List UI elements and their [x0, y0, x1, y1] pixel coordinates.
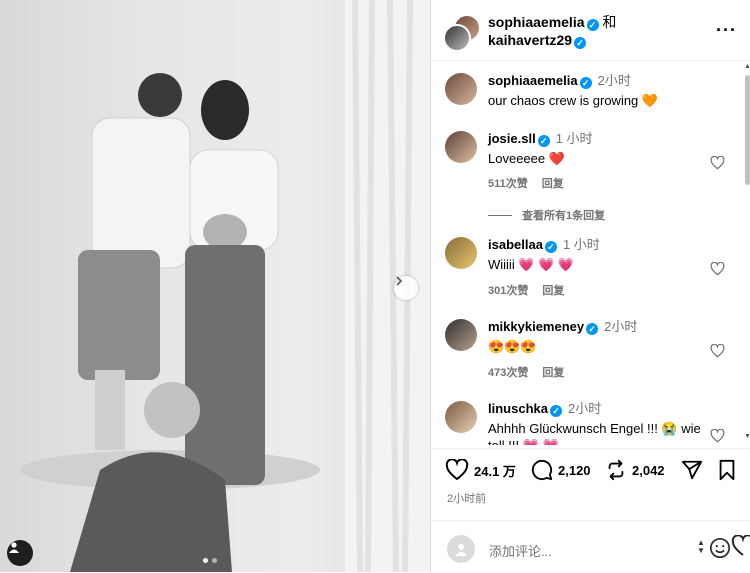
avatar [447, 535, 475, 563]
bookmark-icon [719, 459, 735, 481]
next-photo-button[interactable] [394, 276, 418, 300]
comment-text: Loveeeee ❤️ [488, 151, 565, 166]
divider [488, 214, 512, 216]
comment-time: 2小时 [597, 73, 631, 88]
comment-meta: 301次赞 回复 [488, 282, 578, 298]
scroll-up-icon[interactable]: ▲ [744, 63, 750, 70]
reply-button[interactable]: 回复 [542, 178, 564, 190]
comment-time: 1 小时 [562, 237, 600, 252]
comment-username[interactable]: sophiaaemelia [488, 73, 578, 88]
heart-icon[interactable] [710, 429, 725, 443]
tagged-users-button[interactable] [7, 540, 33, 566]
comment-username[interactable]: linuschka [488, 401, 548, 416]
comment-header: mikkykiemeney ✓ 2小时 [488, 319, 637, 335]
comment-time: 2小时 [567, 401, 602, 416]
view-replies-button[interactable]: 查看所有1条回复 [488, 207, 605, 223]
verified-icon: ✓ [574, 37, 587, 49]
repost-icon [608, 459, 624, 481]
heart-icon[interactable] [731, 535, 750, 559]
like-button[interactable]: 24.1 万 [445, 459, 516, 481]
verified-icon: ✓ [586, 19, 599, 31]
user-icon [9, 542, 19, 553]
comment-meta: 511次赞 回复 [488, 175, 578, 191]
comment-likes[interactable]: 511次赞 [488, 178, 528, 190]
verified-icon: ✓ [579, 77, 592, 89]
save-button[interactable] [717, 459, 742, 481]
verified-icon: ✓ [586, 323, 599, 335]
share-button[interactable] [681, 459, 708, 481]
heart-icon[interactable] [710, 344, 725, 358]
emoji-icon[interactable] [709, 537, 731, 559]
avatar[interactable] [445, 73, 477, 105]
chevron-right-icon [396, 276, 403, 286]
comment-username[interactable]: isabellaa [488, 237, 543, 252]
avatar[interactable] [445, 237, 477, 269]
post-sidebar: sophiaaemelia ✓ 和 kaihavertz29 ✓ ··· sophi… [430, 0, 750, 572]
comment-likes[interactable]: 301次赞 [488, 285, 528, 297]
verified-icon: ✓ [537, 135, 550, 147]
comment-time: 2小时 [604, 319, 638, 334]
comment-text: Ahhhh Glückwunsch Engel !!! 😭 wie toll !… [488, 421, 701, 445]
avatar[interactable] [445, 319, 477, 351]
post-photo[interactable] [0, 0, 430, 572]
comment-composer: 添加评论... ▲ ▼ [431, 520, 750, 573]
view-replies-label: 查看所有1条回复 [522, 210, 606, 222]
and-label: 和 [602, 14, 617, 30]
comment-time: 1 小时 [555, 131, 593, 146]
reply-button[interactable]: 回复 [542, 285, 564, 297]
comment-input[interactable]: 添加评论... [489, 541, 552, 560]
author-link[interactable]: sophiaaemelia [488, 14, 585, 30]
comment-header: josie.sll ✓ 1 小时 [488, 131, 593, 147]
comment-meta: 473次赞 回复 [488, 364, 578, 380]
collab-avatars[interactable] [443, 14, 481, 52]
carousel-dot [212, 558, 217, 563]
comment-header: isabellaa ✓ 1 小时 [488, 237, 600, 253]
comment-header: linuschka ✓ 2小时 [488, 401, 601, 417]
scroll-down-icon[interactable]: ▼ [744, 433, 750, 440]
post-timestamp[interactable]: 2小时前 [447, 490, 486, 506]
repost-count: 2,042 [632, 462, 665, 478]
avatar[interactable] [445, 131, 477, 163]
comments-scrollbar[interactable]: ▲ ▼ [743, 61, 750, 445]
carousel-dots [203, 558, 217, 563]
more-options-icon[interactable]: ··· [716, 20, 737, 41]
comment-username[interactable]: mikkykiemeney [488, 319, 584, 334]
like-count: 24.1 万 [474, 463, 516, 479]
comment-header: sophiaaemelia ✓ 2小时 [488, 73, 631, 89]
comment-text: 😍😍😍 [488, 339, 537, 354]
reply-button[interactable]: 回复 [542, 367, 564, 379]
comment-likes[interactable]: 473次赞 [488, 367, 528, 379]
post-authors: sophiaaemelia ✓ 和 kaihavertz29 ✓ [488, 13, 616, 49]
resize-stepper[interactable]: ▲ ▼ [697, 539, 705, 555]
comments-list[interactable]: sophiaaemelia ✓ 2小时 our chaos crew is grow… [431, 61, 743, 445]
repost-button[interactable]: 2,042 [605, 459, 665, 481]
avatar[interactable] [445, 401, 477, 433]
comment-count: 2,120 [558, 462, 591, 478]
heart-icon [445, 459, 469, 481]
photo-illustration [20, 0, 430, 572]
comment-username[interactable]: josie.sll [488, 131, 536, 146]
carousel-dot [203, 558, 208, 563]
user-icon [455, 544, 467, 556]
heart-icon[interactable] [710, 156, 725, 170]
comment-button[interactable]: 2,120 [531, 459, 591, 481]
comment-icon [531, 459, 553, 481]
heart-icon[interactable] [710, 262, 725, 276]
avatar[interactable] [443, 24, 471, 52]
comment-text: Wiiiii 💗 💗 💗 [488, 257, 575, 272]
send-icon [681, 460, 703, 480]
scrollbar-thumb[interactable] [745, 75, 750, 185]
author-link[interactable]: kaihavertz29 [488, 32, 572, 48]
post-header: sophiaaemelia ✓ 和 kaihavertz29 ✓ ··· [431, 0, 750, 61]
verified-icon: ✓ [544, 241, 557, 253]
verified-icon: ✓ [549, 405, 562, 417]
comment-text: our chaos crew is growing 🧡 [488, 93, 659, 108]
